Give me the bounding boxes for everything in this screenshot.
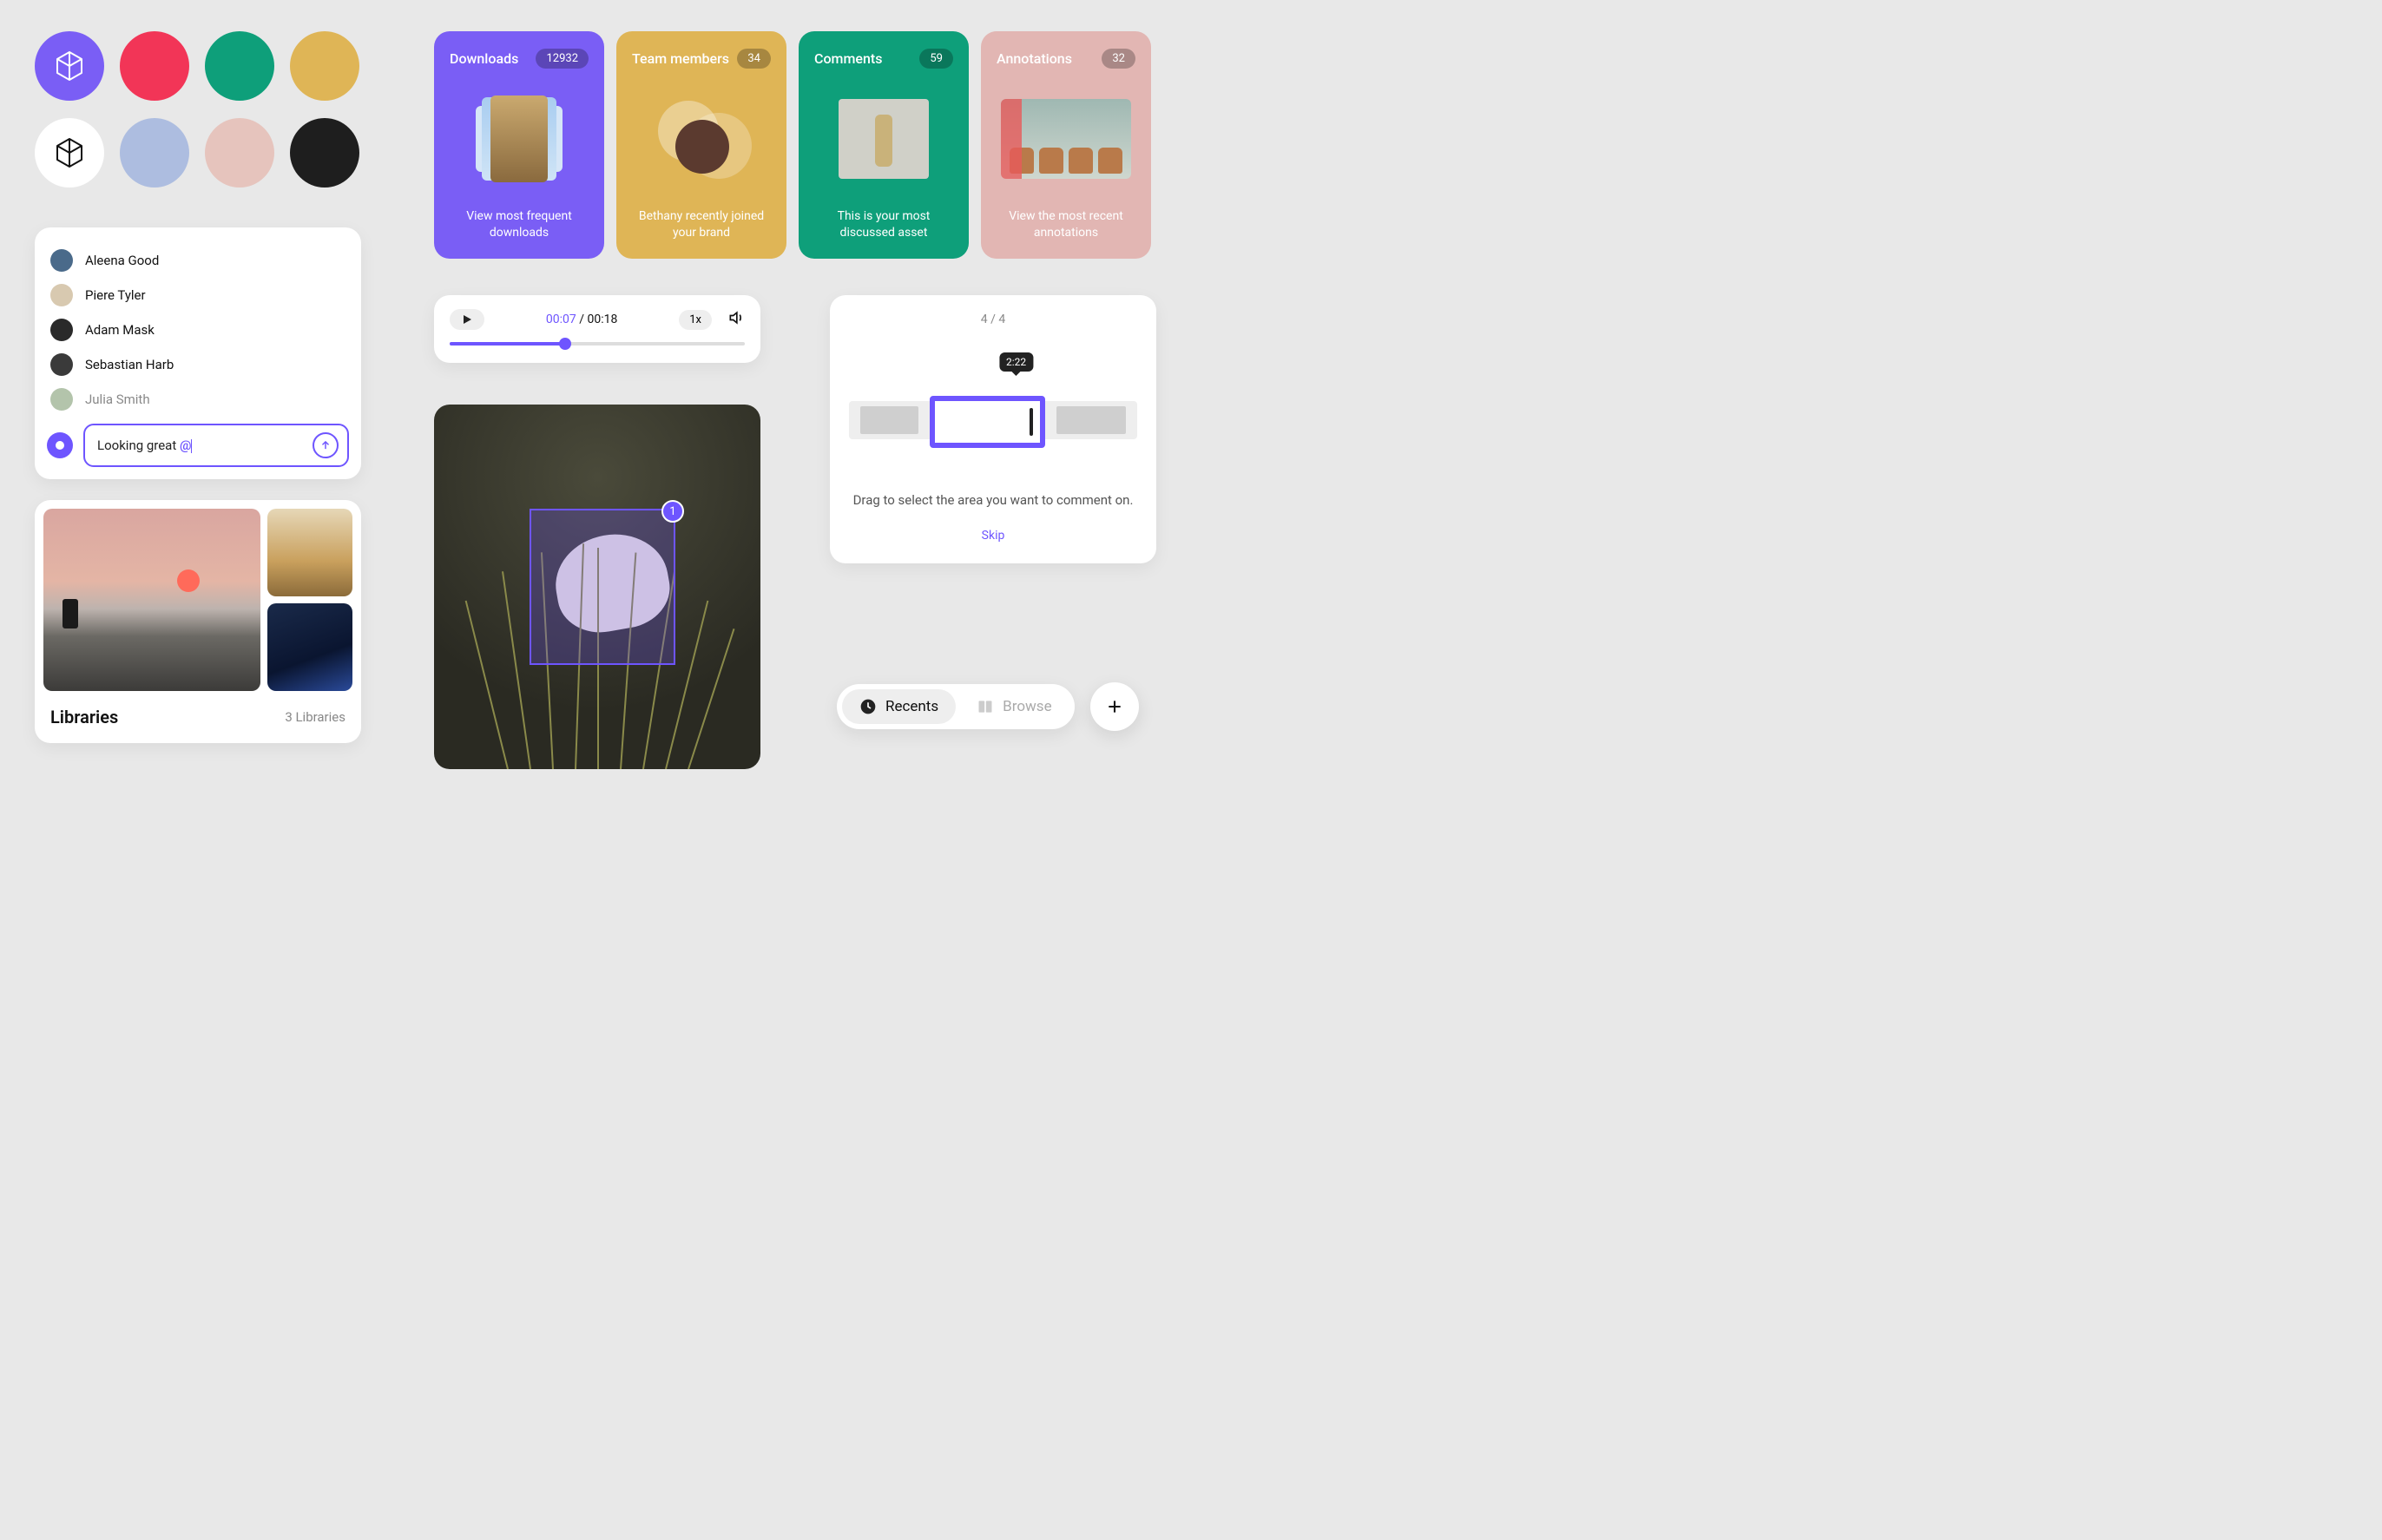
libraries-count: 3 Libraries [285, 709, 345, 725]
skip-button[interactable]: Skip [982, 529, 1005, 543]
stat-card-comments[interactable]: Comments 59 This is your most discussed … [799, 31, 969, 259]
person-item[interactable]: Aleena Good [47, 243, 349, 278]
stat-visual [814, 69, 953, 208]
stat-visual [632, 69, 771, 208]
person-item[interactable]: Adam Mask [47, 313, 349, 347]
person-item[interactable]: Julia Smith [47, 382, 349, 417]
onboarding-card: 4 / 4 2:22 Drag to select the area you w… [830, 295, 1156, 563]
playback-time: 00:07 / 00:18 [500, 313, 663, 326]
avatar [50, 388, 73, 411]
audio-player: 00:07 / 00:18 1x [434, 295, 760, 363]
tab-browse[interactable]: Browse [959, 689, 1069, 724]
stat-count-badge: 59 [919, 49, 953, 69]
swatch-white[interactable] [35, 118, 104, 188]
libraries-title: Libraries [50, 707, 118, 727]
person-name: Piere Tyler [85, 287, 146, 303]
step-indicator: 4 / 4 [849, 313, 1137, 326]
seek-progress [450, 342, 565, 346]
sun-icon [177, 569, 200, 592]
volume-button[interactable] [727, 309, 745, 330]
person-name: Julia Smith [85, 392, 150, 407]
stat-visual [450, 69, 589, 208]
playback-speed-button[interactable]: 1x [679, 310, 712, 330]
tab-label: Browse [1003, 698, 1051, 715]
annotation-region[interactable]: 1 [530, 509, 675, 665]
voice-record-button[interactable] [47, 432, 73, 458]
stat-caption: View the most recent annotations [997, 208, 1135, 241]
timestamp-tooltip: 2:22 [999, 352, 1033, 372]
view-switcher: Recents Browse [837, 682, 1139, 731]
stats-row: Downloads 12932 View most frequent downl… [434, 31, 1151, 259]
swatch-black[interactable] [290, 118, 359, 188]
time-total: 00:18 [587, 313, 617, 326]
stat-card-annotations[interactable]: Annotations 32 View the most recent anno… [981, 31, 1151, 259]
comment-text-content: Looking great [97, 438, 180, 453]
stat-title: Team members [632, 50, 729, 67]
play-icon [462, 314, 472, 325]
stat-card-downloads[interactable]: Downloads 12932 View most frequent downl… [434, 31, 604, 259]
person-name: Adam Mask [85, 322, 155, 338]
onboarding-text: Drag to select the area you want to comm… [849, 491, 1137, 510]
arrow-up-icon [319, 439, 332, 451]
stat-count-badge: 12932 [536, 49, 589, 69]
seek-handle[interactable] [559, 338, 571, 350]
stat-caption: Bethany recently joined your brand [632, 208, 771, 241]
stat-caption: This is your most discussed asset [814, 208, 953, 241]
swatch-yellow[interactable] [290, 31, 359, 101]
stat-title: Comments [814, 50, 882, 67]
libraries-card[interactable]: Libraries 3 Libraries [35, 500, 361, 743]
send-button[interactable] [313, 432, 339, 458]
tab-label: Recents [885, 698, 938, 715]
stat-count-badge: 32 [1102, 49, 1135, 69]
mention-people-card: Aleena Good Piere Tyler Adam Mask Sebast… [35, 227, 361, 479]
plus-icon [1106, 698, 1123, 715]
stat-caption: View most frequent downloads [450, 208, 589, 241]
library-thumbnail[interactable] [267, 603, 352, 691]
asset-preview[interactable]: 1 [434, 405, 760, 769]
stat-count-badge: 34 [737, 49, 771, 69]
annotation-count-badge: 1 [661, 500, 684, 523]
play-button[interactable] [450, 309, 484, 330]
stat-visual [997, 69, 1135, 208]
avatar [50, 353, 73, 376]
avatar [50, 284, 73, 306]
time-current: 00:07 [546, 313, 576, 326]
timeline-selection[interactable] [930, 396, 1045, 448]
comment-input-text: Looking great @ [97, 438, 304, 453]
timeline-track[interactable] [849, 401, 1137, 439]
seek-track[interactable] [450, 342, 745, 346]
selection-handle[interactable] [1030, 408, 1033, 436]
avatar [50, 249, 73, 272]
volume-icon [727, 309, 745, 326]
comment-input[interactable]: Looking great @ [83, 424, 349, 467]
color-palette [35, 31, 359, 205]
add-button[interactable] [1090, 682, 1139, 731]
mention-token: @ [180, 438, 191, 453]
person-item[interactable]: Piere Tyler [47, 278, 349, 313]
swatch-pink[interactable] [120, 31, 189, 101]
swatch-blue[interactable] [120, 118, 189, 188]
person-name: Aleena Good [85, 253, 159, 268]
avatar [50, 319, 73, 341]
text-caret [191, 439, 192, 453]
swatch-blush[interactable] [205, 118, 274, 188]
timeline-demo: 2:22 [849, 352, 1137, 457]
silhouette-icon [63, 599, 78, 629]
person-name: Sebastian Harb [85, 357, 174, 372]
brand-logo-icon [52, 49, 87, 83]
swatch-primary[interactable] [35, 31, 104, 101]
stat-title: Downloads [450, 50, 518, 67]
library-thumbnail-main[interactable] [43, 509, 260, 691]
clock-icon [859, 698, 877, 715]
columns-icon [977, 698, 994, 715]
brand-logo-icon [52, 135, 87, 170]
swatch-green[interactable] [205, 31, 274, 101]
tab-recents[interactable]: Recents [842, 689, 956, 724]
stat-title: Annotations [997, 50, 1072, 67]
library-thumbnail[interactable] [267, 509, 352, 596]
stat-card-team[interactable]: Team members 34 Bethany recently joined … [616, 31, 786, 259]
person-item[interactable]: Sebastian Harb [47, 347, 349, 382]
